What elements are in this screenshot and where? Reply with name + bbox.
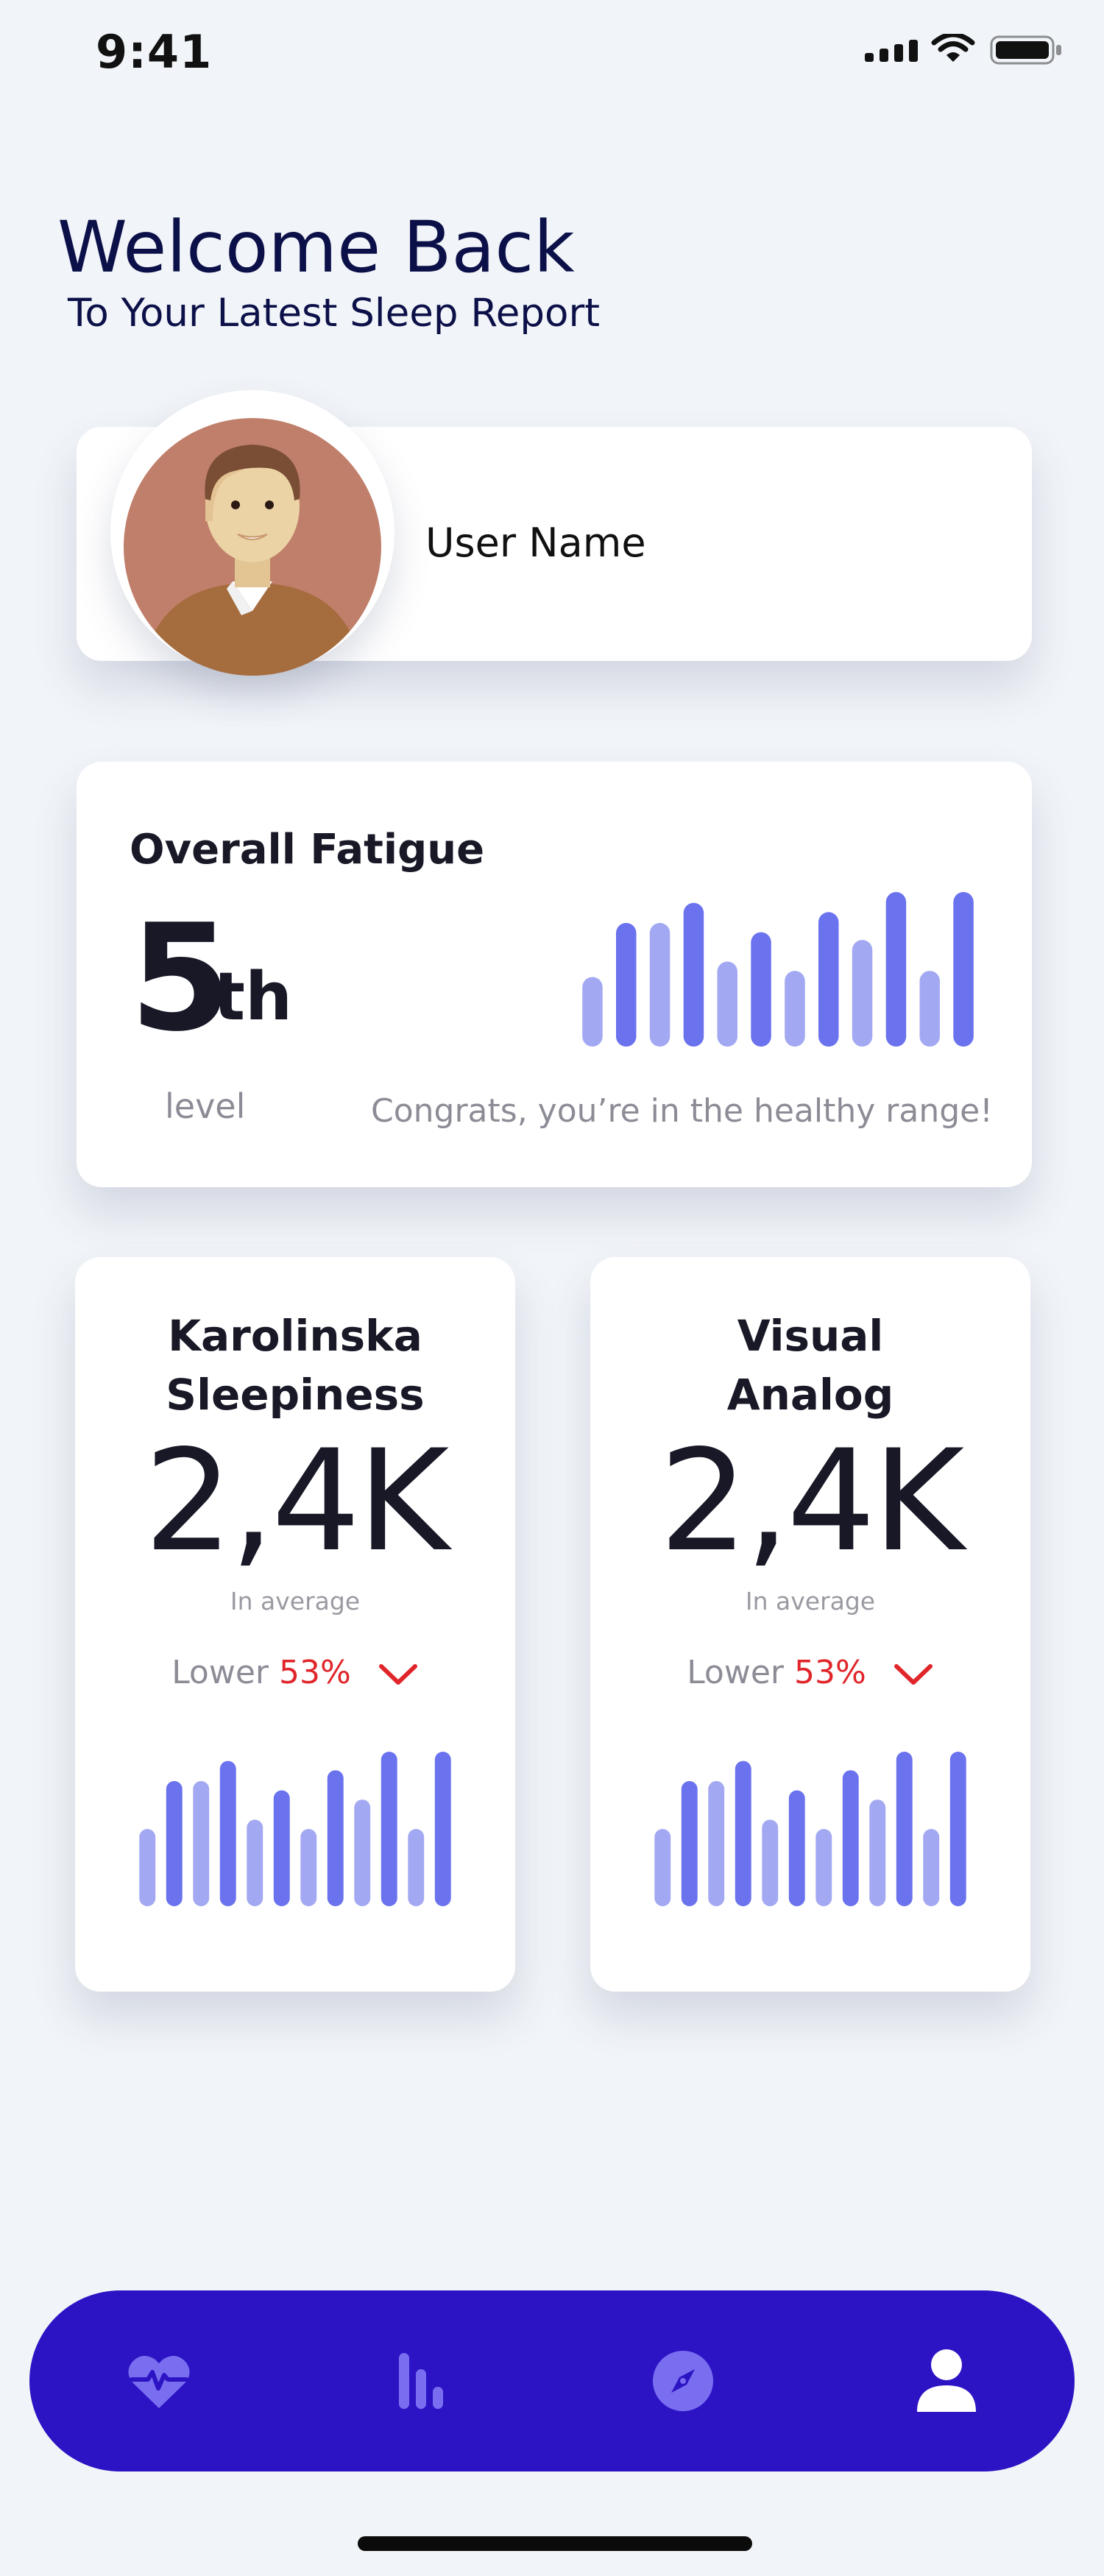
chart-bar — [166, 1780, 183, 1906]
chart-bar — [953, 892, 974, 1047]
chart-bar — [434, 1752, 451, 1906]
fatigue-bar-chart — [582, 892, 974, 1047]
chart-bar — [896, 1752, 913, 1906]
chart-bar — [885, 892, 907, 1047]
chart-bar — [949, 1752, 966, 1906]
user-name: User Name — [425, 520, 646, 566]
chart-bar — [654, 1829, 671, 1906]
fatigue-value-suffix: th — [213, 958, 293, 1036]
welcome-title: Welcome Back — [57, 206, 575, 289]
user-icon — [917, 2349, 976, 2412]
trend-percent: 53% — [794, 1654, 866, 1691]
welcome-subtitle: To Your Latest Sleep Report — [68, 291, 601, 336]
karolinska-trend: Lower 53% — [75, 1654, 515, 1691]
chart-bar — [381, 1752, 397, 1906]
nav-item-stats[interactable] — [384, 2344, 458, 2418]
battery-icon — [990, 35, 1061, 65]
chart-bar — [300, 1829, 317, 1906]
chart-bar — [852, 940, 873, 1047]
chart-bar — [717, 961, 737, 1047]
chevron-down-icon — [894, 1664, 933, 1685]
bar-chart-icon — [399, 2353, 443, 2409]
chart-bar — [923, 1829, 940, 1906]
chart-bar — [247, 1819, 263, 1906]
chart-bar — [273, 1790, 290, 1906]
compass-icon — [653, 2351, 713, 2411]
chart-bar — [735, 1761, 751, 1906]
home-indicator — [358, 2536, 752, 2551]
visual-analog-value: 2,4K — [659, 1420, 965, 1582]
heart-pulse-icon — [128, 2355, 190, 2408]
avatar[interactable] — [124, 418, 381, 676]
trend-label: Lower — [687, 1654, 784, 1691]
nav-item-health[interactable] — [122, 2344, 196, 2418]
chart-bar — [919, 971, 940, 1047]
chart-bar — [708, 1780, 725, 1906]
chart-bar — [327, 1770, 344, 1906]
chart-bar — [681, 1780, 698, 1906]
chart-bar — [815, 1829, 832, 1906]
chart-bar — [616, 923, 637, 1047]
chart-bar — [818, 912, 839, 1047]
chart-bar — [762, 1819, 779, 1906]
chart-bar — [751, 932, 771, 1047]
visual-analog-caption: In average — [745, 1587, 876, 1616]
chart-bar — [193, 1780, 210, 1906]
chart-bar — [842, 1770, 859, 1906]
chart-bar — [219, 1761, 236, 1906]
fatigue-title: Overall Fatigue — [130, 826, 485, 874]
visual-analog-bar-chart — [654, 1752, 966, 1906]
karolinska-value: 2,4K — [144, 1420, 450, 1582]
nav-item-profile[interactable] — [910, 2344, 983, 2418]
chart-bar — [785, 971, 805, 1047]
status-time: 9:41 — [96, 25, 213, 79]
karolinska-bar-chart — [139, 1752, 451, 1906]
avatar-illustration — [124, 418, 381, 676]
visual-analog-title-line1: Visual — [737, 1311, 884, 1361]
chart-bar — [408, 1829, 425, 1906]
trend-label: Lower — [171, 1654, 269, 1691]
chart-bar — [582, 977, 603, 1047]
trend-percent: 53% — [279, 1654, 351, 1691]
visual-analog-title-line2: Analog — [726, 1370, 894, 1420]
signal-icon — [865, 40, 918, 62]
karolinska-title: Karolinska Sleepiness — [75, 1306, 515, 1424]
wifi-icon — [931, 34, 975, 62]
karolinska-title-line2: Sleepiness — [166, 1370, 425, 1420]
chevron-down-icon — [378, 1664, 417, 1685]
karolinska-caption: In average — [230, 1587, 361, 1616]
visual-analog-trend: Lower 53% — [590, 1654, 1030, 1691]
fatigue-unit: level — [165, 1086, 246, 1126]
visual-analog-title: Visual Analog — [590, 1306, 1030, 1424]
chart-bar — [788, 1790, 805, 1906]
chart-bar — [649, 923, 670, 1047]
nav-item-explore[interactable] — [646, 2344, 720, 2418]
chart-bar — [683, 902, 704, 1047]
karolinska-title-line1: Karolinska — [168, 1311, 422, 1361]
chart-bar — [139, 1829, 156, 1906]
chart-bar — [869, 1800, 886, 1906]
fatigue-message: Congrats, you’re in the healthy range! — [371, 1092, 993, 1130]
chart-bar — [354, 1800, 371, 1906]
